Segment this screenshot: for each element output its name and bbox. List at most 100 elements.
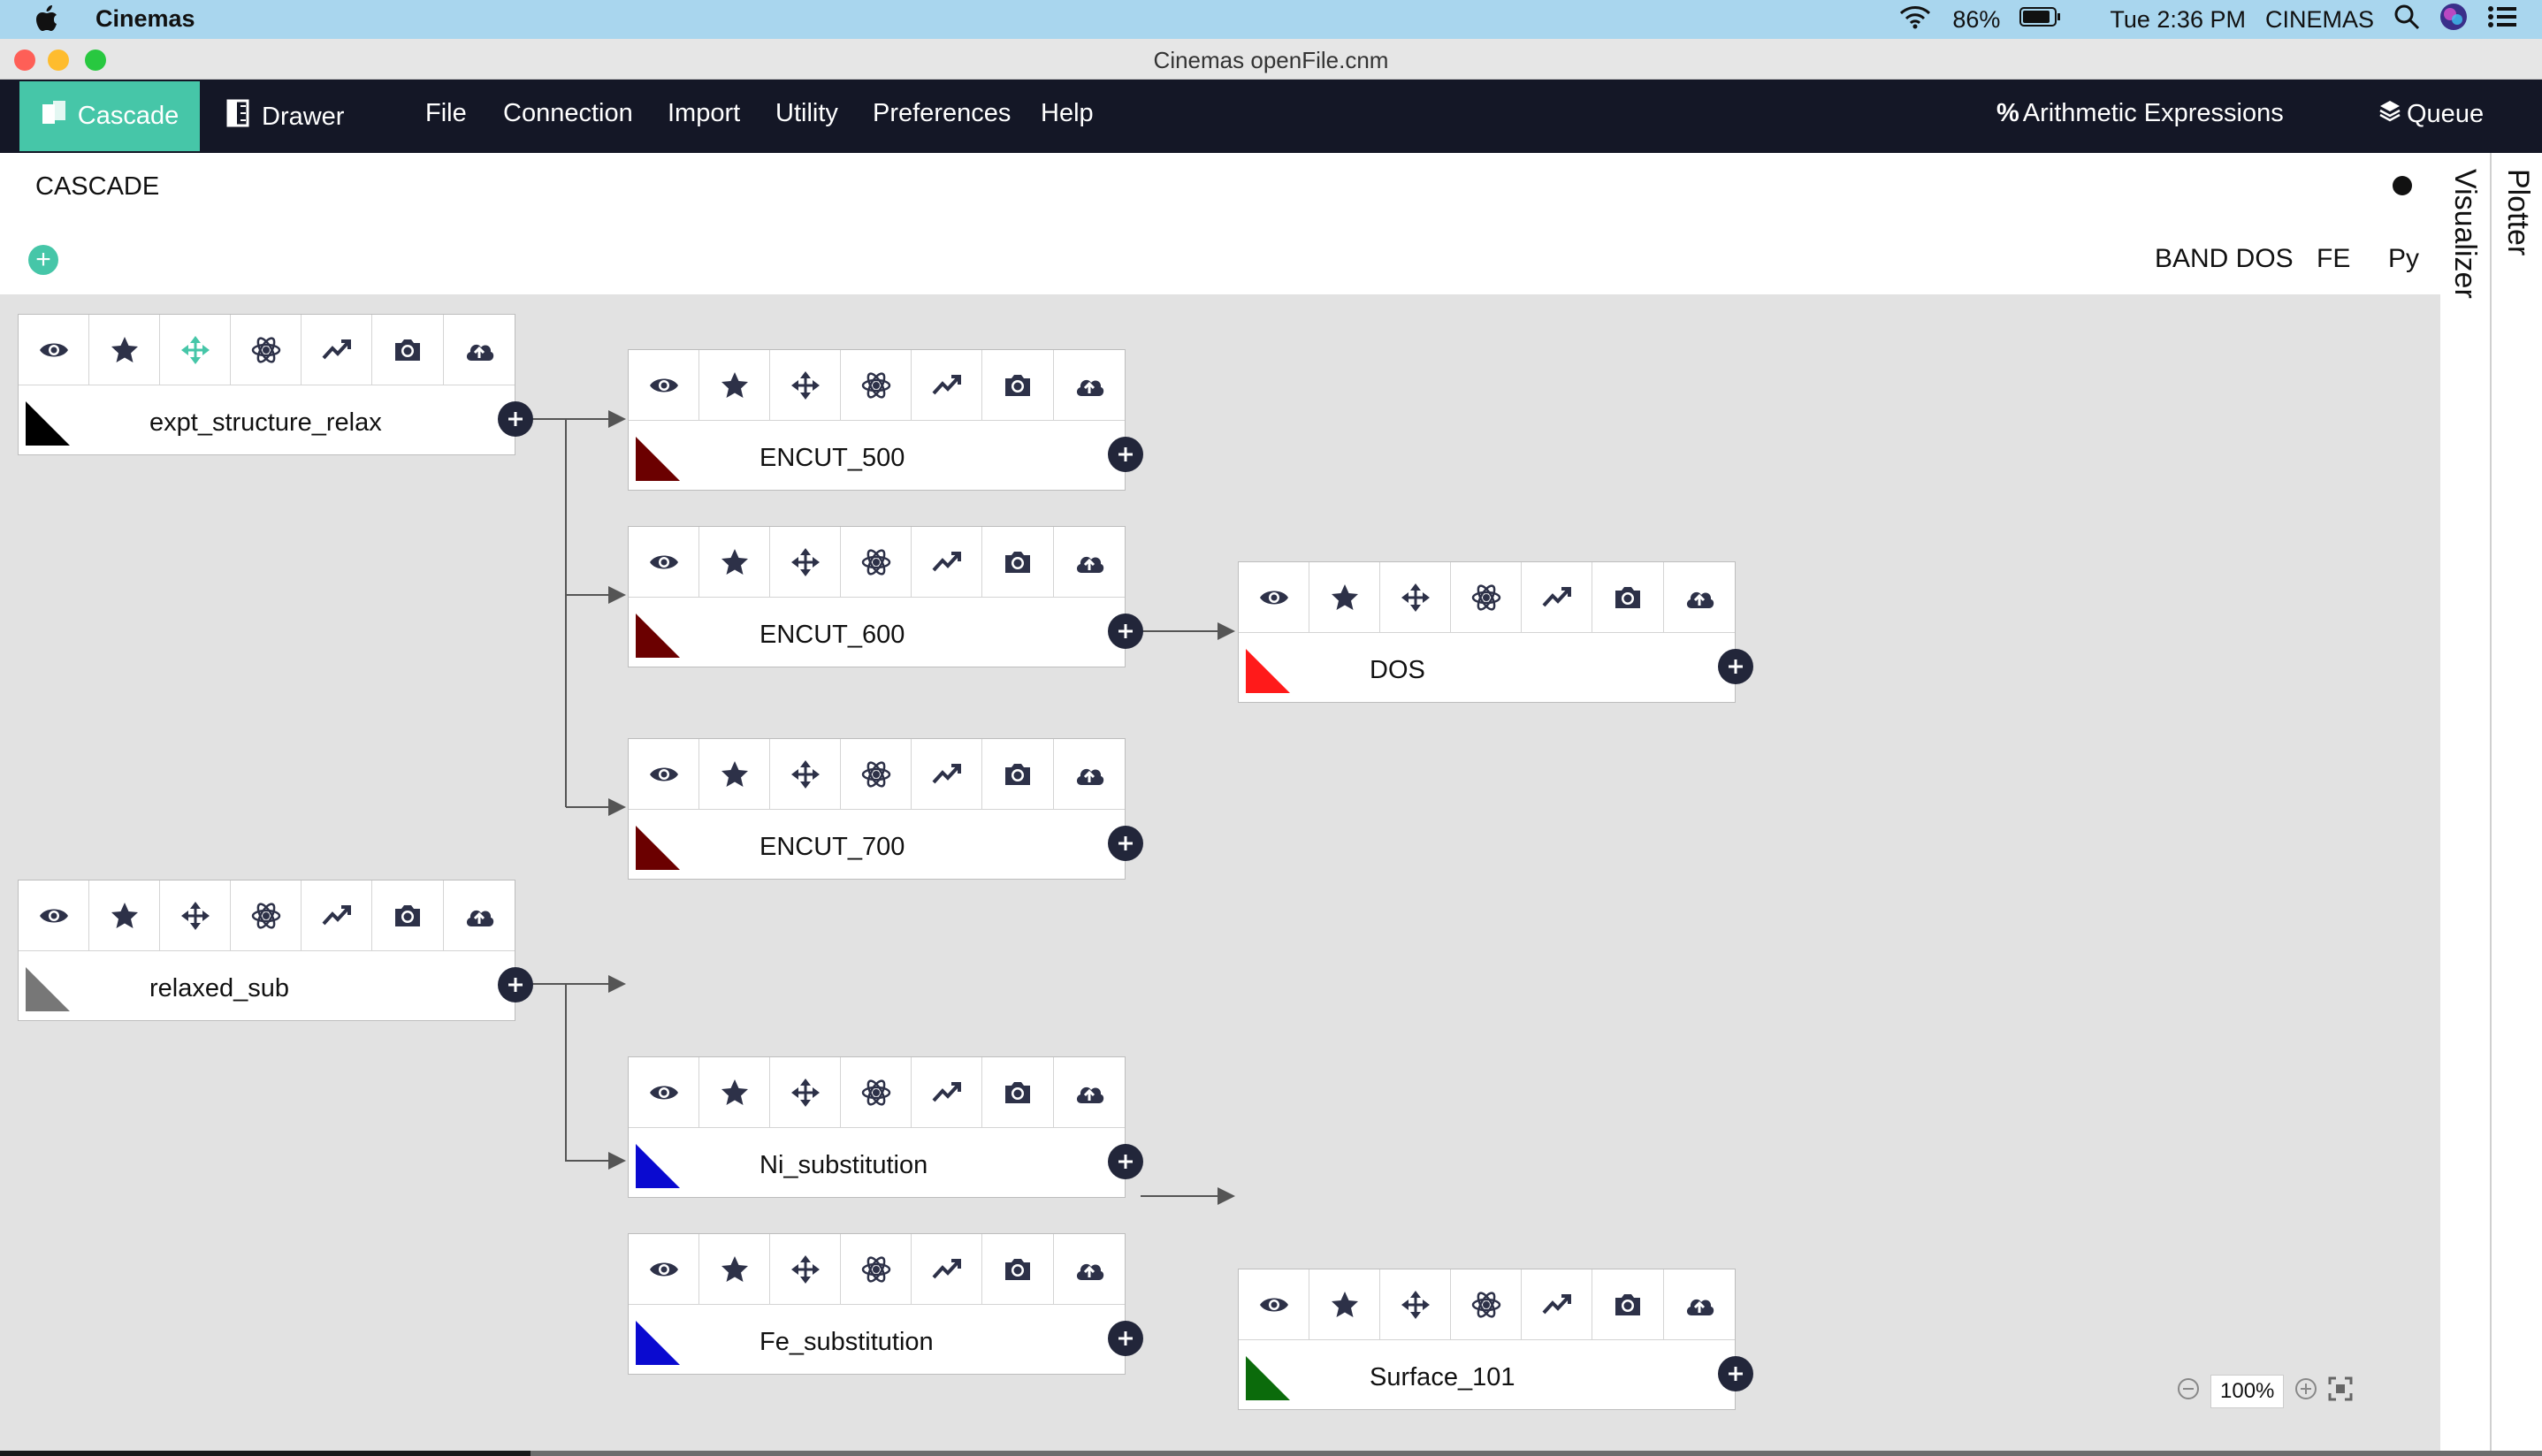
connection-menu[interactable]: Connection [503,99,633,128]
active-app-name[interactable]: Cinemas [95,5,195,33]
spotlight-search-icon[interactable] [2393,4,2420,36]
move-icon[interactable] [160,880,232,951]
eye-icon[interactable] [19,315,90,385]
camera-icon[interactable] [982,1057,1054,1128]
trend-icon[interactable] [912,739,983,810]
add-child-node-button[interactable] [1108,437,1143,472]
siri-icon[interactable] [2439,3,2468,37]
atom-icon[interactable] [841,1234,912,1305]
atom-icon[interactable] [1451,562,1523,633]
atom-icon[interactable] [841,350,912,421]
add-child-node-button[interactable] [1108,1321,1143,1356]
star-icon[interactable] [699,1057,771,1128]
move-icon[interactable] [160,315,232,385]
trend-icon[interactable] [1522,562,1593,633]
atom-icon[interactable] [231,880,302,951]
node-card[interactable]: Surface_101 [1238,1269,1753,1410]
atom-icon[interactable] [841,1057,912,1128]
add-child-node-button[interactable] [1718,649,1753,684]
cloud-upload-icon[interactable] [1054,527,1125,598]
zoom-in-icon[interactable] [2294,1377,2317,1406]
eye-icon[interactable] [629,1234,700,1305]
star-icon[interactable] [699,350,771,421]
preferences-menu[interactable]: Preferences [873,99,1011,128]
camera-icon[interactable] [372,880,444,951]
eye-icon[interactable] [1239,1269,1310,1340]
eye-icon[interactable] [629,350,700,421]
atom-icon[interactable] [841,527,912,598]
star-icon[interactable] [699,739,771,810]
move-icon[interactable] [770,527,842,598]
notification-center-icon[interactable] [2487,4,2517,35]
trend-icon[interactable] [912,1057,983,1128]
move-icon[interactable] [770,1057,842,1128]
node-card[interactable]: expt_structure_relax [18,314,533,455]
camera-icon[interactable] [982,350,1054,421]
import-menu[interactable]: Import [668,99,740,128]
eye-icon[interactable] [629,527,700,598]
trend-icon[interactable] [302,880,373,951]
zoom-out-icon[interactable] [2177,1377,2200,1406]
eye-icon[interactable] [19,880,90,951]
trend-icon[interactable] [302,315,373,385]
tab-visualizer[interactable]: Visualizer [2447,169,2482,299]
fit-to-screen-icon[interactable] [2328,1376,2353,1407]
node-card[interactable]: DOS [1238,561,1753,703]
trend-icon[interactable] [1522,1269,1593,1340]
node-card[interactable]: relaxed_sub [18,880,533,1021]
node-card[interactable]: Fe_substitution [628,1233,1143,1375]
zoom-level[interactable]: 100% [2210,1375,2285,1408]
add-child-node-button[interactable] [1108,826,1143,861]
arithmetic-expressions-button[interactable]: % Arithmetic Expressions [1996,99,2284,128]
atom-icon[interactable] [231,315,302,385]
add-child-node-button[interactable] [1108,614,1143,649]
help-menu[interactable]: Help [1041,99,1094,128]
camera-icon[interactable] [372,315,444,385]
node-card[interactable]: ENCUT_700 [628,738,1143,880]
camera-icon[interactable] [1592,562,1664,633]
eye-icon[interactable] [629,739,700,810]
add-child-node-button[interactable] [1718,1356,1753,1391]
node-card[interactable]: ENCUT_600 [628,526,1143,667]
trend-icon[interactable] [912,1234,983,1305]
eye-icon[interactable] [629,1057,700,1128]
drawer-tab[interactable]: Drawer [226,99,344,134]
battery-icon[interactable] [2019,6,2062,34]
menu-clock[interactable]: Tue 2:36 PM [2110,6,2246,34]
apple-icon[interactable] [35,5,58,38]
move-icon[interactable] [770,350,842,421]
camera-icon[interactable] [982,527,1054,598]
cloud-upload-icon[interactable] [444,880,515,951]
camera-icon[interactable] [982,739,1054,810]
atom-icon[interactable] [1451,1269,1523,1340]
cloud-upload-icon[interactable] [1664,1269,1735,1340]
star-icon[interactable] [699,527,771,598]
move-icon[interactable] [770,1234,842,1305]
move-icon[interactable] [1380,1269,1452,1340]
trend-icon[interactable] [912,350,983,421]
camera-icon[interactable] [982,1234,1054,1305]
add-child-node-button[interactable] [498,401,533,437]
cloud-upload-icon[interactable] [1054,350,1125,421]
star-icon[interactable] [89,880,161,951]
tab-plotter[interactable]: Plotter [2500,169,2535,255]
cloud-upload-icon[interactable] [1054,739,1125,810]
atom-icon[interactable] [841,739,912,810]
star-icon[interactable] [1309,1269,1381,1340]
add-child-node-button[interactable] [1108,1144,1143,1179]
node-card[interactable]: Ni_substitution [628,1056,1143,1198]
move-icon[interactable] [770,739,842,810]
cloud-upload-icon[interactable] [1664,562,1735,633]
file-menu[interactable]: File [425,99,467,128]
star-icon[interactable] [89,315,161,385]
cloud-upload-icon[interactable] [1054,1234,1125,1305]
camera-icon[interactable] [1592,1269,1664,1340]
cascade-tab[interactable]: Cascade [19,81,200,151]
wifi-icon[interactable] [1897,4,1933,36]
cloud-upload-icon[interactable] [444,315,515,385]
queue-button[interactable]: Queue [2378,99,2484,129]
trend-icon[interactable] [912,527,983,598]
eye-icon[interactable] [1239,562,1310,633]
star-icon[interactable] [1309,562,1381,633]
add-child-node-button[interactable] [498,967,533,1002]
